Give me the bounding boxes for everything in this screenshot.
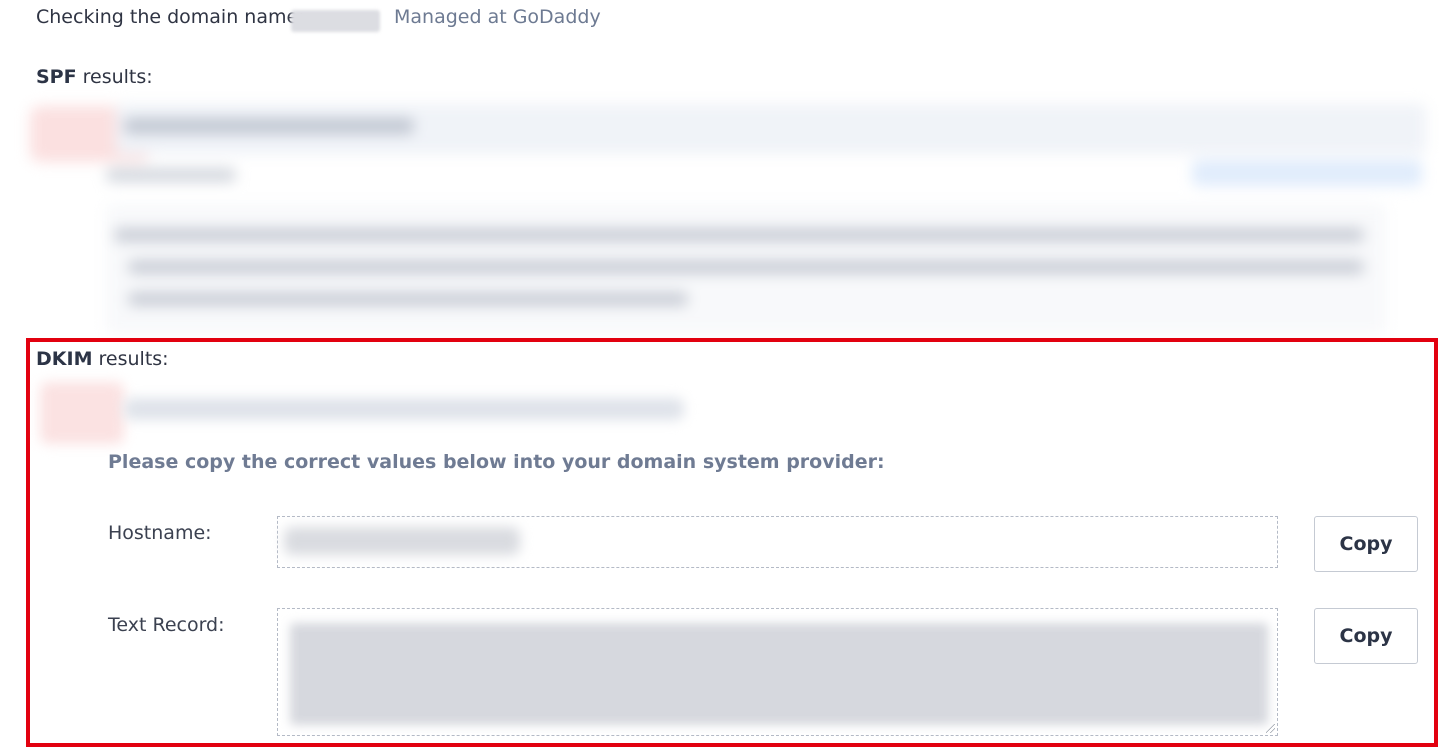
text-record-label: Text Record:: [108, 614, 225, 636]
spf-explanation-redacted: [106, 204, 1386, 334]
dkim-status-icon: [40, 382, 124, 444]
hostname-value-redacted: [284, 527, 520, 555]
spf-results-blurred: [20, 98, 1440, 338]
managed-at-registrar-text: Managed at GoDaddy: [394, 6, 601, 28]
spf-results-heading: SPF results:: [36, 66, 153, 88]
dkim-status-text-redacted: [124, 398, 684, 420]
copy-text-record-button[interactable]: Copy: [1314, 608, 1418, 664]
spf-line: [128, 292, 688, 306]
text-record-value-redacted: [290, 623, 1268, 725]
spf-line: [114, 228, 1364, 242]
text-record-textarea[interactable]: [277, 608, 1278, 736]
copy-hostname-button[interactable]: Copy: [1314, 516, 1418, 572]
dkim-results-heading: DKIM results:: [36, 348, 169, 370]
spf-heading-bold: SPF: [36, 66, 77, 88]
spf-line: [128, 260, 1364, 274]
spf-heading-rest: results:: [76, 66, 153, 88]
spf-result-text-redacted: [124, 118, 414, 134]
checking-domain-label: Checking the domain name:: [36, 6, 305, 28]
redacted-domain-name: [291, 10, 380, 32]
copy-instruction-text: Please copy the correct values below int…: [108, 451, 885, 473]
dkim-heading-bold: DKIM: [36, 348, 93, 370]
dkim-heading-rest: results:: [92, 348, 169, 370]
resize-handle-icon[interactable]: [1266, 724, 1275, 733]
hostname-field[interactable]: [277, 516, 1278, 568]
spf-sub-label-redacted: [106, 168, 236, 182]
hostname-label: Hostname:: [108, 522, 212, 544]
spf-action-button-redacted: [1192, 160, 1422, 186]
